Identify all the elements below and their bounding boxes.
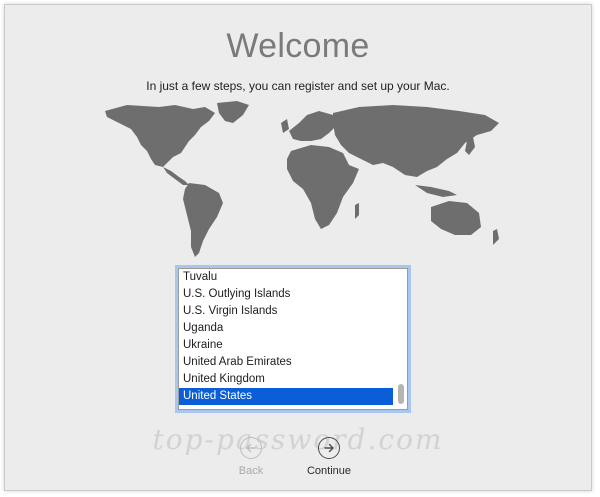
- list-scrollbar[interactable]: [395, 270, 406, 408]
- map-indonesia: [415, 185, 457, 197]
- country-list[interactable]: Tuvalu U.S. Outlying Islands U.S. Virgin…: [178, 268, 408, 410]
- list-item[interactable]: Uganda: [179, 320, 393, 337]
- map-north-america: [105, 105, 215, 167]
- page-title: Welcome: [226, 27, 370, 65]
- world-map: [105, 101, 499, 257]
- continue-button[interactable]: Continue: [299, 437, 359, 477]
- page-subtitle: In just a few steps, you can register an…: [146, 79, 450, 93]
- map-europe: [289, 111, 337, 141]
- map-australia: [431, 201, 481, 235]
- watermark: top-password.com: [152, 423, 444, 456]
- map-south-america: [183, 183, 223, 257]
- back-button[interactable]: Back: [221, 437, 281, 477]
- arrow-left-circle-icon: [240, 437, 262, 459]
- map-uk: [281, 119, 289, 133]
- setup-assistant-window: Welcome In just a few steps, you can reg…: [4, 4, 592, 491]
- list-item[interactable]: Tuvalu: [179, 269, 393, 286]
- map-asia: [333, 105, 499, 177]
- continue-label: Continue: [306, 465, 352, 477]
- back-label: Back: [238, 465, 264, 477]
- list-item[interactable]: United Arab Emirates: [179, 354, 393, 371]
- list-item[interactable]: U.S. Outlying Islands: [179, 286, 393, 303]
- list-item[interactable]: Ukraine: [179, 337, 393, 354]
- list-item[interactable]: U.S. Virgin Islands: [179, 303, 393, 320]
- map-africa: [287, 145, 359, 229]
- map-central-america: [163, 167, 189, 185]
- list-item[interactable]: United Kingdom: [179, 371, 393, 388]
- map-greenland: [217, 101, 249, 123]
- map-new-zealand: [493, 229, 499, 245]
- scrollbar-thumb[interactable]: [398, 384, 404, 404]
- list-item-selected[interactable]: United States: [179, 388, 393, 405]
- map-madagascar: [355, 203, 359, 219]
- arrow-right-circle-icon: [318, 437, 340, 459]
